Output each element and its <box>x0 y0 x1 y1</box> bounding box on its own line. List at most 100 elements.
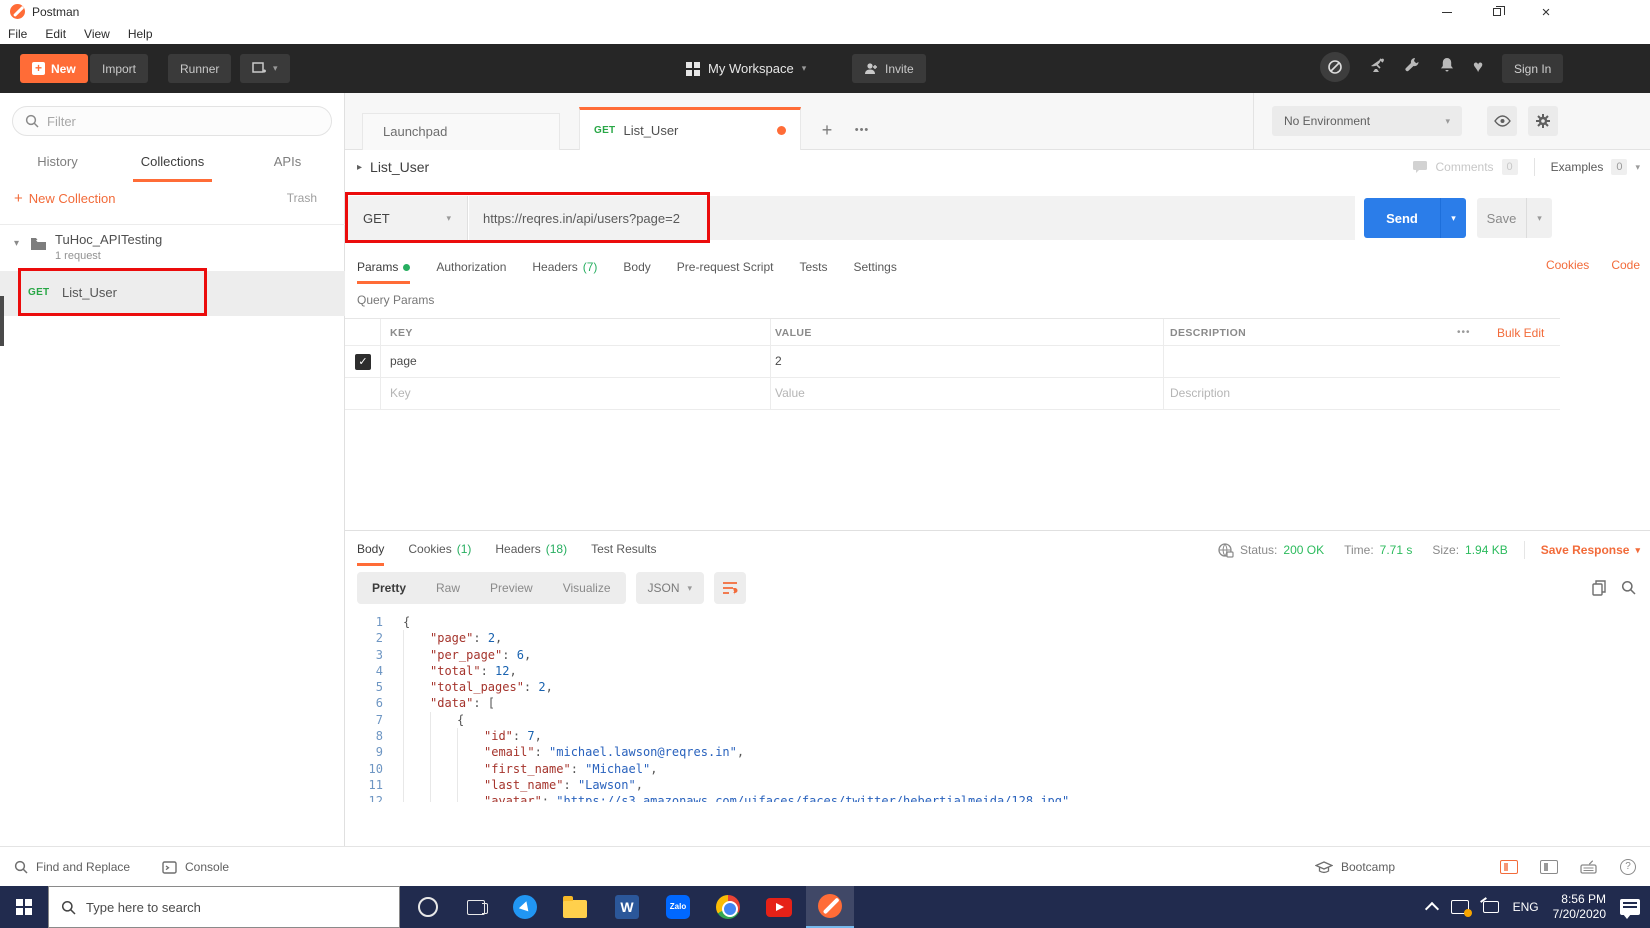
tab-history[interactable]: History <box>0 148 115 180</box>
youtube-app-button[interactable] <box>755 886 803 928</box>
clock[interactable]: 8:56 PM 7/20/2020 <box>1553 892 1606 922</box>
sign-in-button[interactable]: Sign In <box>1502 54 1564 83</box>
param-value-placeholder[interactable]: Value <box>775 386 805 400</box>
two-pane-view-button[interactable] <box>1500 860 1518 874</box>
param-checkbox[interactable]: ✓ <box>355 354 371 370</box>
search-response-icon[interactable] <box>1621 580 1636 595</box>
close-button[interactable]: × <box>1523 0 1569 24</box>
find-and-replace-button[interactable]: Find and Replace <box>14 847 130 887</box>
param-description-placeholder[interactable]: Description <box>1170 386 1230 400</box>
tab-collections[interactable]: Collections <box>115 148 230 182</box>
menu-edit[interactable]: Edit <box>45 27 66 41</box>
tab-response-headers[interactable]: Headers (18) <box>495 542 567 558</box>
examples-label[interactable]: Examples <box>1551 160 1604 174</box>
bell-icon[interactable] <box>1439 56 1455 78</box>
sync-disabled-icon[interactable] <box>1320 52 1350 82</box>
zalo-app-button[interactable]: Zalo <box>654 886 702 928</box>
tab-list-user[interactable]: GET List_User <box>579 107 801 150</box>
filter-input[interactable] <box>47 113 297 129</box>
param-value[interactable]: 2 <box>775 354 782 368</box>
tab-headers[interactable]: Headers (7) <box>532 260 597 276</box>
table-row[interactable]: ✓ page 2 <box>345 346 1560 378</box>
mode-raw[interactable]: Raw <box>421 581 475 595</box>
heart-icon[interactable]: ♥ <box>1473 57 1483 77</box>
task-view-button[interactable] <box>452 886 500 928</box>
chrome-app-button[interactable] <box>704 886 752 928</box>
mode-pretty[interactable]: Pretty <box>357 581 421 595</box>
settings-button[interactable] <box>1528 106 1558 136</box>
postman-app-button[interactable] <box>806 886 854 928</box>
taskbar-search-input[interactable] <box>86 899 346 915</box>
chevron-down-icon[interactable]: ▾ <box>14 238 19 249</box>
new-window-button[interactable]: ▾ <box>240 54 290 83</box>
save-button[interactable]: Save <box>1477 198 1526 238</box>
single-pane-view-button[interactable] <box>1540 860 1558 874</box>
invite-button[interactable]: Invite <box>852 54 926 83</box>
maximize-button[interactable] <box>1474 0 1520 24</box>
send-options-button[interactable]: ▾ <box>1440 198 1466 238</box>
notification-center-icon[interactable] <box>1620 899 1640 919</box>
comments-label[interactable]: Comments <box>1436 160 1494 174</box>
save-response-button[interactable]: Save Response ▾ <box>1541 543 1640 557</box>
request-title[interactable]: ▸ List_User <box>357 159 429 175</box>
minimize-button[interactable] <box>1424 0 1470 24</box>
tab-test-results[interactable]: Test Results <box>591 542 656 558</box>
param-key[interactable]: page <box>390 354 417 368</box>
runner-button[interactable]: Runner <box>168 54 232 83</box>
tab-options-button[interactable]: ••• <box>847 115 877 145</box>
help-icon[interactable]: ? <box>1620 859 1636 875</box>
url-input[interactable] <box>469 196 1355 240</box>
send-button[interactable]: Send <box>1364 198 1440 238</box>
console-button[interactable]: Console <box>162 847 229 887</box>
workspace-switcher[interactable]: My Workspace ▾ <box>686 54 806 83</box>
mode-preview[interactable]: Preview <box>475 581 548 595</box>
menu-file[interactable]: File <box>8 27 27 41</box>
bulk-edit-link[interactable]: Bulk Edit <box>1497 326 1544 340</box>
wrench-icon[interactable] <box>1404 56 1421 78</box>
chevron-down-icon[interactable]: ▾ <box>1635 162 1640 173</box>
tray-photos-icon[interactable] <box>1450 900 1472 917</box>
response-code-viewer[interactable]: 1{2 "page": 2, 3 "per_page": 6, 4 "total": 12… <box>345 608 1635 802</box>
collection-item[interactable]: ▾ TuHoc_APITesting 1 request <box>0 225 345 271</box>
save-options-button[interactable]: ▾ <box>1526 198 1552 238</box>
sidebar-request-list-user[interactable]: GET List_User <box>0 271 345 316</box>
tab-body[interactable]: Body <box>623 260 650 276</box>
mode-visualize[interactable]: Visualize <box>548 581 626 595</box>
tab-launchpad[interactable]: Launchpad <box>362 113 560 150</box>
tab-response-body[interactable]: Body <box>357 542 385 566</box>
new-collection-button[interactable]: + New Collection <box>14 190 115 207</box>
tab-params[interactable]: Params <box>357 260 411 284</box>
tab-settings[interactable]: Settings <box>854 260 897 276</box>
cortana-button[interactable] <box>404 886 452 928</box>
tray-pen-icon[interactable] <box>1482 901 1499 913</box>
copy-icon[interactable] <box>1592 580 1607 596</box>
satellite-icon[interactable] <box>1368 56 1386 79</box>
tab-pre-request-script[interactable]: Pre-request Script <box>677 260 774 276</box>
menu-help[interactable]: Help <box>128 27 153 41</box>
menu-view[interactable]: View <box>84 27 110 41</box>
trash-button[interactable]: Trash <box>287 191 317 205</box>
messenger-app-button[interactable] <box>501 886 549 928</box>
environment-selector[interactable]: No Environment ▾ <box>1272 106 1462 136</box>
environment-quick-look-button[interactable] <box>1487 106 1517 136</box>
new-button[interactable]: + New <box>20 54 88 83</box>
params-options-button[interactable]: ••• <box>1457 327 1471 338</box>
tab-tests[interactable]: Tests <box>799 260 827 276</box>
file-explorer-button[interactable] <box>551 886 599 928</box>
cookies-link[interactable]: Cookies <box>1546 258 1589 272</box>
word-app-button[interactable]: W <box>603 886 651 928</box>
tray-expand-icon[interactable] <box>1424 901 1439 917</box>
tab-apis[interactable]: APIs <box>230 148 345 180</box>
wrap-lines-button[interactable] <box>714 572 747 604</box>
bootcamp-button[interactable]: Bootcamp <box>1315 847 1395 887</box>
import-button[interactable]: Import <box>90 54 149 83</box>
param-key-placeholder[interactable]: Key <box>390 386 411 400</box>
language-indicator[interactable]: ENG <box>1513 900 1539 914</box>
method-selector[interactable]: GET ▾ <box>347 196 468 240</box>
new-tab-button[interactable]: + <box>812 115 842 145</box>
tab-response-cookies[interactable]: Cookies (1) <box>408 542 471 558</box>
code-link[interactable]: Code <box>1611 258 1640 272</box>
start-button[interactable] <box>0 886 48 928</box>
table-row-placeholder[interactable]: Key Value Description <box>345 378 1560 410</box>
taskbar-search[interactable] <box>48 886 400 928</box>
